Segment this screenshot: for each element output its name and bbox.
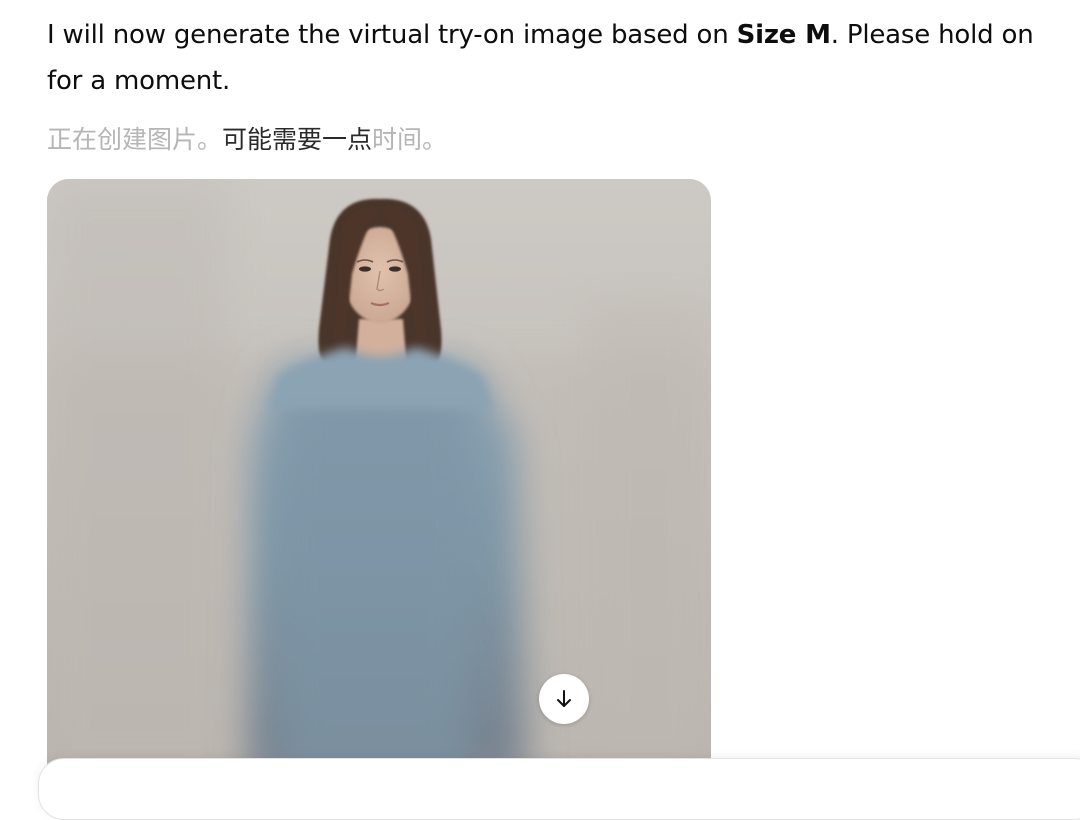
- arrow-down-icon: [557, 690, 571, 707]
- status-text-creating: 正在创建图片。: [47, 125, 223, 154]
- try-on-image: [47, 179, 711, 776]
- message-composer[interactable]: [38, 758, 1080, 820]
- status-text-shimmer: 可能需要一点: [222, 125, 373, 154]
- assistant-message: I will now generate the virtual try-on i…: [47, 12, 1037, 104]
- image-generation-status: 正在创建图片。可能需要一点时间。: [47, 120, 447, 160]
- generated-image-preview[interactable]: [47, 179, 711, 776]
- message-text-start: I will now generate the virtual try-on i…: [47, 20, 737, 50]
- status-text-time: 时间。: [372, 125, 448, 154]
- size-label: Size M: [736, 20, 831, 50]
- download-button[interactable]: [539, 674, 589, 724]
